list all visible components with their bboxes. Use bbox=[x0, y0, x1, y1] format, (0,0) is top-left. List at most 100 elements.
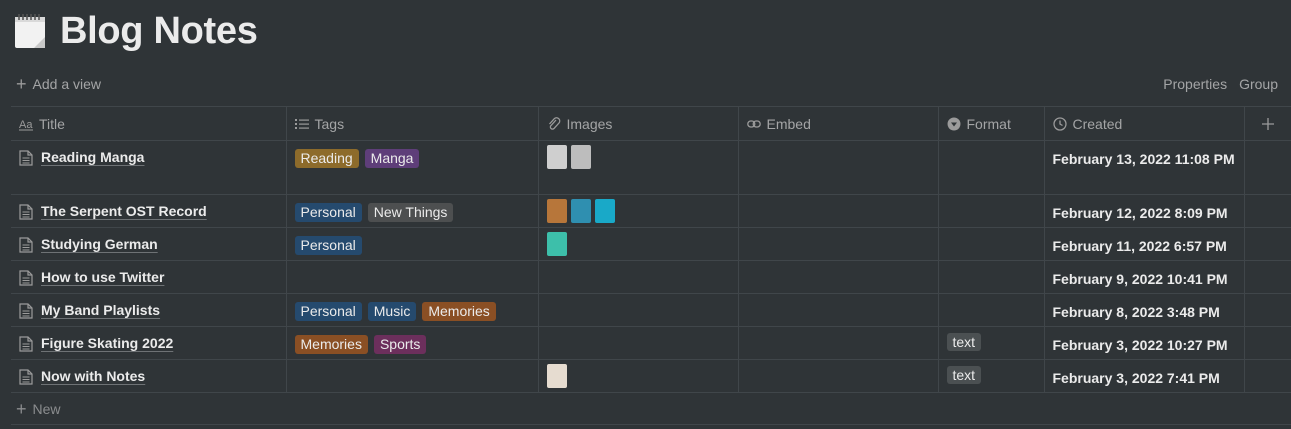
image-thumbnail[interactable] bbox=[570, 145, 591, 169]
row-title[interactable]: Figure Skating 2022 bbox=[41, 335, 173, 351]
empty-cell bbox=[1244, 227, 1291, 261]
page-icon bbox=[19, 237, 33, 253]
empty-cell bbox=[1244, 326, 1291, 360]
images-cell[interactable] bbox=[538, 359, 739, 393]
format-cell[interactable]: text bbox=[938, 326, 1045, 360]
table-row[interactable]: Reading Manga Reading Manga February 13, 20… bbox=[11, 140, 1291, 195]
tags-cell[interactable]: Reading Manga bbox=[286, 140, 539, 195]
tag-badge: Memories bbox=[422, 302, 496, 321]
row-title[interactable]: My Band Playlists bbox=[41, 302, 160, 318]
page-icon bbox=[19, 150, 33, 166]
images-cell[interactable] bbox=[538, 293, 739, 327]
embed-cell[interactable] bbox=[738, 194, 939, 228]
column-header-embed[interactable]: Embed bbox=[738, 106, 939, 141]
created-value: February 13, 2022 11:08 PM bbox=[1052, 151, 1235, 167]
image-thumbnail[interactable] bbox=[546, 232, 567, 256]
notepad-icon[interactable] bbox=[14, 13, 48, 49]
page-header: Blog Notes bbox=[14, 8, 258, 54]
image-thumbnail[interactable] bbox=[570, 199, 591, 223]
table-row[interactable]: Studying German Personal February 11, 2022… bbox=[11, 227, 1291, 261]
embed-cell[interactable] bbox=[738, 260, 939, 294]
tag-badge: Personal bbox=[294, 302, 362, 321]
column-label: Tags bbox=[314, 115, 345, 132]
column-header-images[interactable]: Images bbox=[538, 106, 739, 141]
created-value: February 3, 2022 10:27 PM bbox=[1052, 337, 1228, 353]
tag-badge: Manga bbox=[364, 149, 420, 168]
image-thumbnail[interactable] bbox=[594, 199, 615, 223]
row-title[interactable]: Reading Manga bbox=[41, 149, 144, 165]
image-thumbnail[interactable] bbox=[546, 364, 567, 388]
created-value: February 11, 2022 6:57 PM bbox=[1052, 238, 1227, 254]
created-value: February 3, 2022 7:41 PM bbox=[1052, 370, 1220, 386]
tags-cell[interactable]: Personal New Things bbox=[286, 194, 539, 228]
format-cell[interactable]: text bbox=[938, 359, 1045, 393]
embed-cell[interactable] bbox=[738, 140, 939, 195]
title-cell[interactable]: Figure Skating 2022 bbox=[11, 326, 287, 360]
image-thumbnail[interactable] bbox=[546, 199, 567, 223]
column-header-title[interactable]: Aa Title bbox=[11, 106, 287, 141]
properties-button[interactable]: Properties bbox=[1163, 76, 1227, 92]
title-cell[interactable]: How to use Twitter bbox=[11, 260, 287, 294]
tags-cell[interactable] bbox=[286, 359, 539, 393]
page-title[interactable]: Blog Notes bbox=[60, 10, 258, 53]
text-aa-icon: Aa bbox=[19, 119, 33, 131]
created-value: February 8, 2022 3:48 PM bbox=[1052, 304, 1220, 320]
format-cell[interactable] bbox=[938, 194, 1045, 228]
page-icon bbox=[19, 270, 33, 286]
page-icon bbox=[19, 336, 33, 352]
column-header-tags[interactable]: Tags bbox=[286, 106, 539, 141]
tags-cell[interactable] bbox=[286, 260, 539, 294]
group-button[interactable]: Group bbox=[1239, 76, 1278, 92]
title-cell[interactable]: Reading Manga bbox=[11, 140, 287, 195]
table-row[interactable]: The Serpent OST Record Personal New Things… bbox=[11, 194, 1291, 228]
row-title[interactable]: The Serpent OST Record bbox=[41, 203, 207, 219]
images-cell[interactable] bbox=[538, 326, 739, 360]
tag-badge: Music bbox=[367, 302, 417, 321]
row-title[interactable]: How to use Twitter bbox=[41, 269, 164, 285]
row-title[interactable]: Studying German bbox=[41, 236, 158, 252]
format-cell[interactable] bbox=[938, 227, 1045, 261]
tags-cell[interactable]: Memories Sports bbox=[286, 326, 539, 360]
add-view-button[interactable]: + Add a view bbox=[16, 72, 101, 96]
tag-badge: Personal bbox=[294, 236, 362, 255]
embed-cell[interactable] bbox=[738, 326, 939, 360]
table-row[interactable]: How to use Twitter February 9, 2022 10:41… bbox=[11, 260, 1291, 294]
embed-cell[interactable] bbox=[738, 293, 939, 327]
divider bbox=[11, 424, 1291, 425]
column-header-format[interactable]: Format bbox=[938, 106, 1045, 141]
format-cell[interactable] bbox=[938, 293, 1045, 327]
row-title[interactable]: Now with Notes bbox=[41, 368, 145, 384]
paperclip-icon bbox=[548, 116, 560, 130]
tags-cell[interactable]: Personal Music Memories bbox=[286, 293, 539, 327]
column-label: Title bbox=[39, 115, 65, 132]
add-column-button[interactable] bbox=[1244, 106, 1291, 141]
empty-cell bbox=[1244, 293, 1291, 327]
images-cell[interactable] bbox=[538, 260, 739, 294]
embed-cell[interactable] bbox=[738, 227, 939, 261]
title-cell[interactable]: Studying German bbox=[11, 227, 287, 261]
created-cell: February 12, 2022 8:09 PM bbox=[1044, 194, 1245, 228]
format-cell[interactable] bbox=[938, 260, 1045, 294]
title-cell[interactable]: My Band Playlists bbox=[11, 293, 287, 327]
title-cell[interactable]: Now with Notes bbox=[11, 359, 287, 393]
title-cell[interactable]: The Serpent OST Record bbox=[11, 194, 287, 228]
embed-cell[interactable] bbox=[738, 359, 939, 393]
empty-cell bbox=[1244, 140, 1291, 195]
table-row[interactable]: Figure Skating 2022 Memories Sports text Feb… bbox=[11, 326, 1291, 360]
tag-badge: New Things bbox=[367, 203, 454, 222]
view-toolbar: + Add a view Properties Group bbox=[0, 72, 1291, 96]
column-label: Embed bbox=[766, 115, 811, 132]
empty-cell bbox=[1244, 260, 1291, 294]
image-thumbnail[interactable] bbox=[546, 145, 567, 169]
database-table: Aa Title Tags Images Embed Format Create… bbox=[11, 106, 1291, 393]
page-icon bbox=[19, 204, 33, 220]
table-row[interactable]: My Band Playlists Personal Music Memories Fe… bbox=[11, 293, 1291, 327]
format-cell[interactable] bbox=[938, 140, 1045, 195]
column-header-created[interactable]: Created bbox=[1044, 106, 1245, 141]
images-cell[interactable] bbox=[538, 194, 739, 228]
new-row-button[interactable]: + New bbox=[16, 398, 61, 420]
images-cell[interactable] bbox=[538, 227, 739, 261]
tags-cell[interactable]: Personal bbox=[286, 227, 539, 261]
images-cell[interactable] bbox=[538, 140, 739, 195]
table-row[interactable]: Now with Notes text February 3, 2022 7:41 … bbox=[11, 359, 1291, 393]
